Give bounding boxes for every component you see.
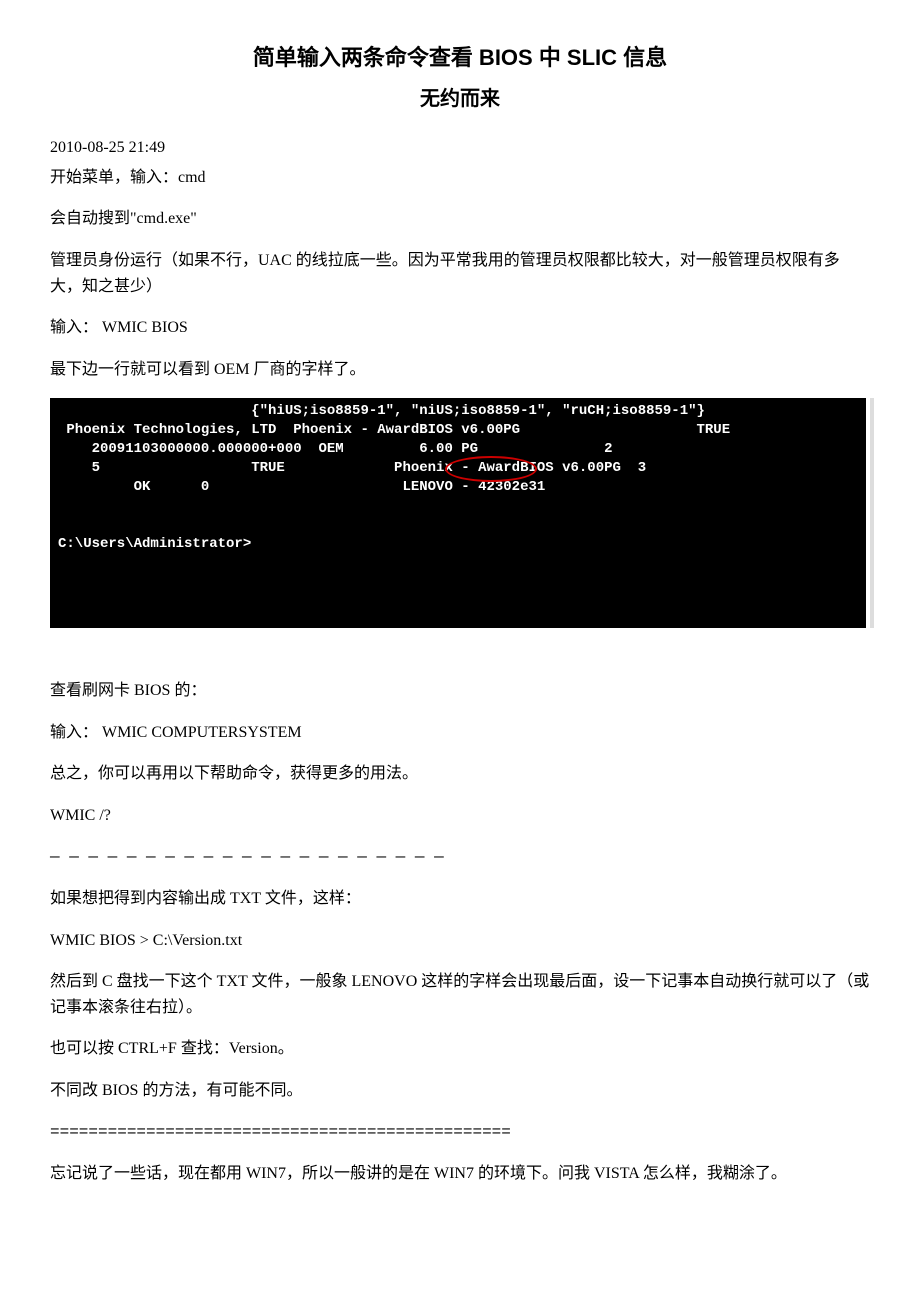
terminal-line: {"hiUS;iso8859-1", "niUS;iso8859-1", "ru… <box>58 403 705 419</box>
paragraph-start: 开始菜单，输入：cmd <box>50 165 870 191</box>
paragraph-cdrive: 然后到 C 盘找一下这个 TXT 文件，一般象 LENOVO 这样的字样会出现最… <box>50 969 870 1020</box>
dash-separator: — — — — — — — — — — — — — — — — — — — — … <box>50 845 870 871</box>
terminal-line: 5 TRUE Phoenix - AwardBIOS v6.00PG 3 <box>58 460 646 476</box>
paragraph-nic: 查看刷网卡 BIOS 的： <box>50 678 870 704</box>
terminal-line: 20091103000000.000000+000 OEM 6.00 PG 2 <box>58 441 613 457</box>
paragraph-txt: 如果想把得到内容输出成 TXT 文件，这样： <box>50 886 870 912</box>
equals-separator: ========================================… <box>50 1120 870 1146</box>
terminal-line: Phoenix Technologies, LTD Phoenix - Awar… <box>58 422 730 438</box>
paragraph-input1: 输入： WMIC BIOS <box>50 315 870 341</box>
timestamp: 2010-08-25 21:49 <box>50 135 870 161</box>
paragraph-wmic-help: WMIC /? <box>50 803 870 829</box>
terminal-screenshot: {"hiUS;iso8859-1", "niUS;iso8859-1", "ru… <box>50 398 870 628</box>
paragraph-forgot: 忘记说了一些话，现在都用 WIN7，所以一般讲的是在 WIN7 的环境下。问我 … <box>50 1161 870 1187</box>
paragraph-admin: 管理员身份运行（如果不行，UAC 的线拉底一些。因为平常我用的管理员权限都比较大… <box>50 248 870 299</box>
paragraph-input2: 输入： WMIC COMPUTERSYSTEM <box>50 720 870 746</box>
terminal-line: OK 0 LENOVO - 42302e31 <box>58 479 545 495</box>
paragraph-more: 总之，你可以再用以下帮助命令，获得更多的用法。 <box>50 761 870 787</box>
terminal-prompt: C:\Users\Administrator> <box>58 536 251 552</box>
paragraph-search: 会自动搜到"cmd.exe" <box>50 206 870 232</box>
page-subtitle: 无约而来 <box>50 83 870 115</box>
paragraph-diff: 不同改 BIOS 的方法，有可能不同。 <box>50 1078 870 1104</box>
paragraph-ctrlf: 也可以按 CTRL+F 查找：Version。 <box>50 1036 870 1062</box>
paragraph-lastline: 最下边一行就可以看到 OEM 厂商的字样了。 <box>50 357 870 383</box>
paragraph-cmd-out: WMIC BIOS > C:\Version.txt <box>50 928 870 954</box>
page-title: 简单输入两条命令查看 BIOS 中 SLIC 信息 <box>50 40 870 75</box>
